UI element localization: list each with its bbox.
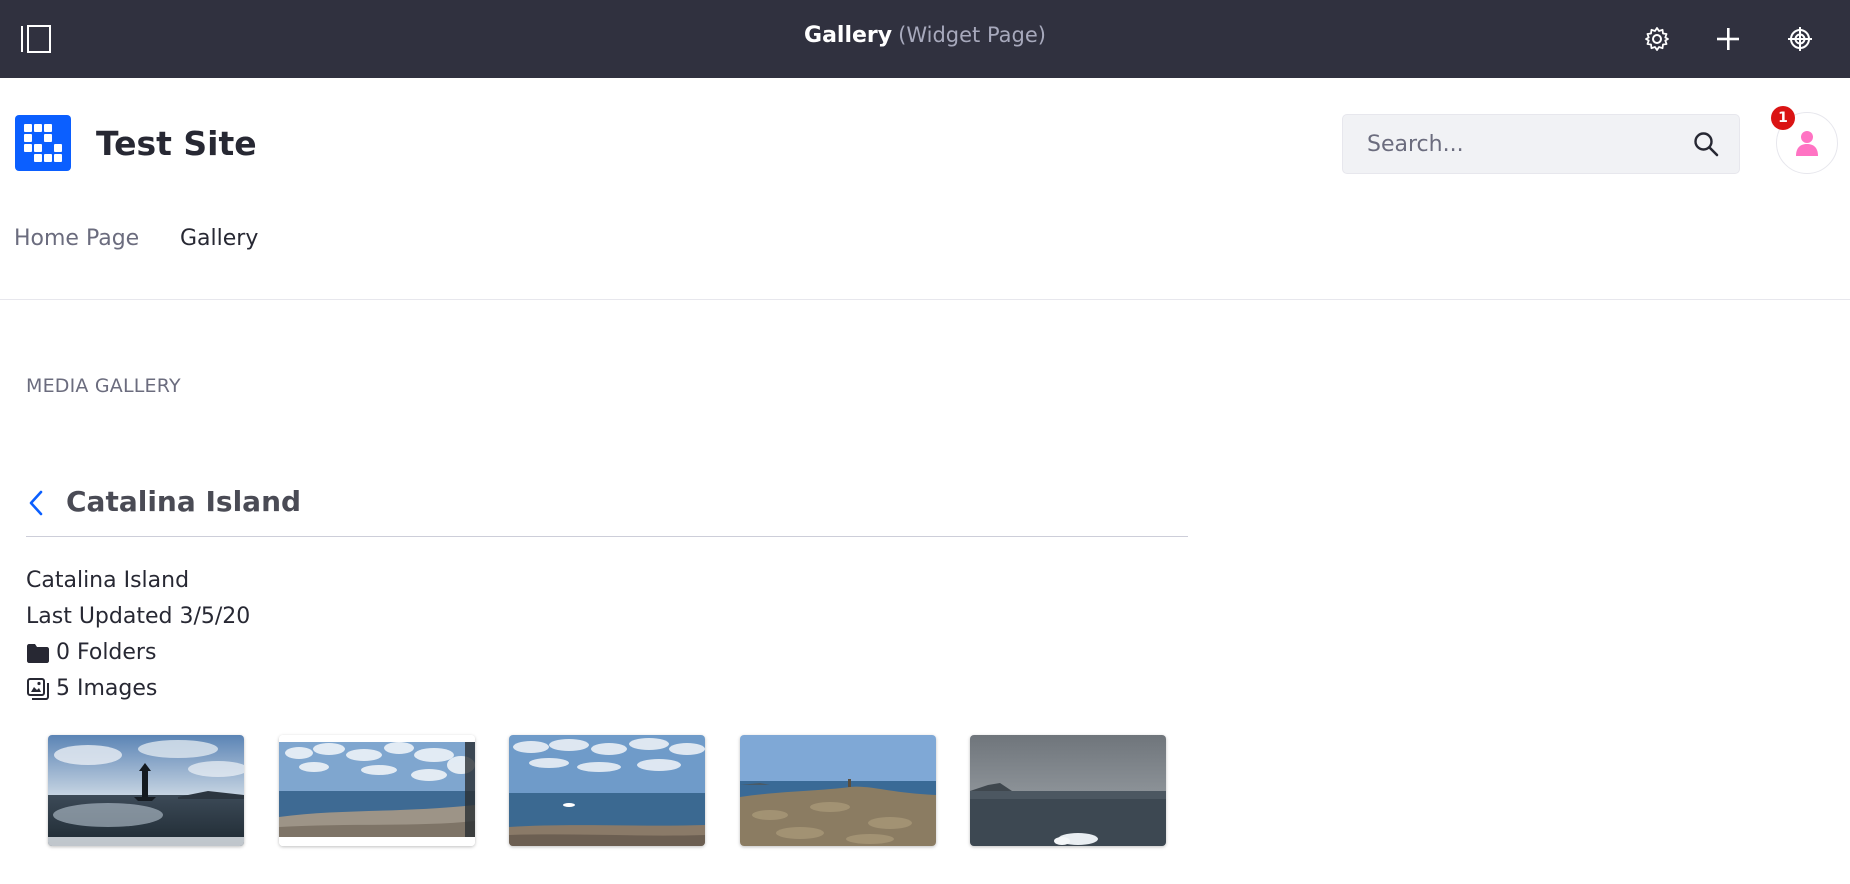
- target-icon[interactable]: [1782, 21, 1818, 57]
- site-name[interactable]: Test Site: [96, 124, 257, 163]
- rocky-point-image: [740, 735, 936, 846]
- gallery-image-overcast-sea[interactable]: [970, 735, 1166, 846]
- gallery-image-shoreline[interactable]: [509, 735, 705, 846]
- search-input[interactable]: [1343, 115, 1673, 173]
- gallery-image-beach[interactable]: [279, 735, 475, 846]
- folder-title: Catalina Island: [66, 485, 302, 518]
- shoreline-image: [509, 735, 705, 846]
- folder-icon: [26, 641, 50, 665]
- folders-count-row: 0 Folders: [26, 640, 156, 665]
- search-icon[interactable]: [1691, 129, 1721, 159]
- nav-divider: [0, 299, 1850, 300]
- images-count-row: 5 Images: [26, 676, 157, 701]
- last-updated: Last Updated 3/5/20: [26, 604, 251, 629]
- control-bar: Gallery (Widget Page): [0, 0, 1850, 78]
- site-logo-icon: [24, 124, 62, 162]
- page-title: Gallery (Widget Page): [0, 23, 1850, 48]
- folder-description: Catalina Island: [26, 568, 190, 593]
- nav-item-home-page[interactable]: Home Page: [14, 226, 139, 251]
- user-icon: [1796, 131, 1818, 156]
- page-title-main: Gallery: [804, 23, 893, 48]
- images-count: 5 Images: [56, 676, 158, 701]
- back-chevron-icon[interactable]: [24, 488, 50, 518]
- search-bar: [1342, 114, 1740, 174]
- overcast-sea-image: [970, 735, 1166, 846]
- beach-image: [279, 735, 475, 846]
- gallery-image-rocky-point[interactable]: [740, 735, 936, 846]
- nav-item-gallery[interactable]: Gallery: [180, 226, 258, 251]
- plus-icon[interactable]: [1710, 21, 1746, 57]
- page-title-subtitle: (Widget Page): [898, 23, 1046, 47]
- portlet-title: MEDIA GALLERY: [26, 375, 181, 397]
- images-icon: [26, 677, 50, 701]
- site-logo[interactable]: [15, 115, 71, 171]
- gallery-image-lighthouse[interactable]: [48, 735, 244, 846]
- folders-count: 0 Folders: [56, 640, 157, 665]
- notification-badge[interactable]: 1: [1771, 106, 1795, 130]
- lighthouse-image: [48, 735, 244, 846]
- title-divider: [26, 536, 1188, 537]
- gear-icon[interactable]: [1639, 21, 1675, 57]
